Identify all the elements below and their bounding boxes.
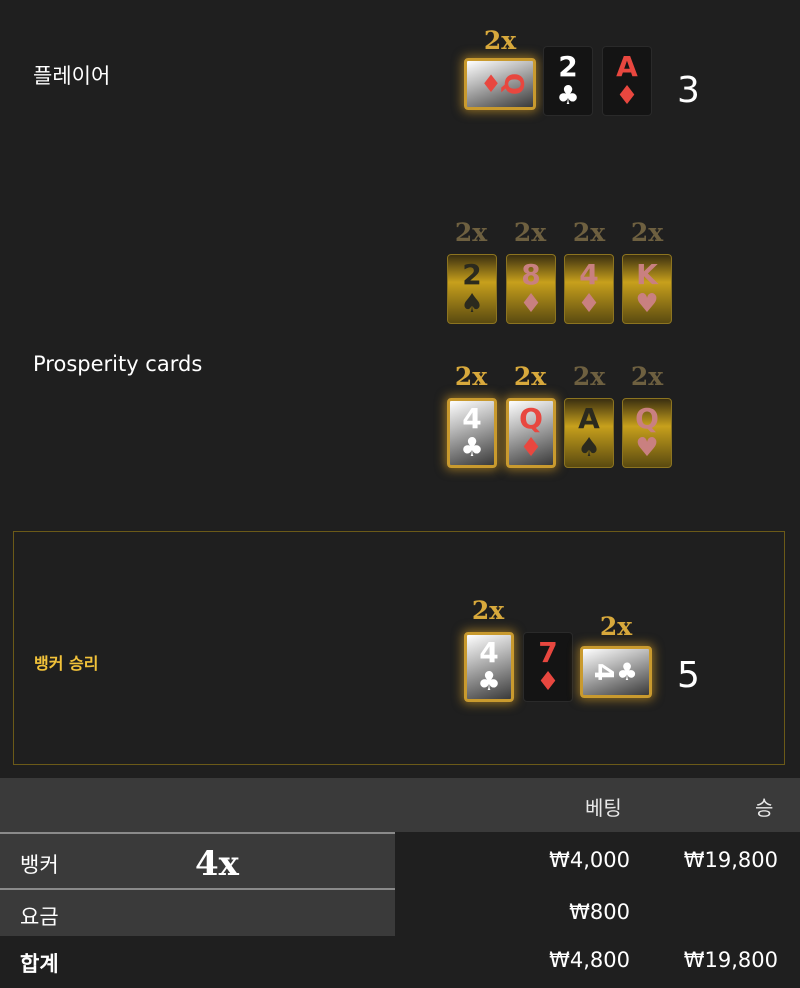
bet-amount: ₩4,000 xyxy=(549,848,630,872)
prosperity-multiplier: 2x xyxy=(572,362,606,391)
card-rank: 8 xyxy=(521,258,541,291)
card-rank: K xyxy=(636,258,658,291)
table-row-total: 합계 ₩4,800 ₩19,800 xyxy=(0,936,800,988)
banker-win-label: 뱅커 승리 xyxy=(34,654,99,673)
card-rank: Q xyxy=(635,402,659,435)
row-label-cell: 뱅커 4x xyxy=(0,832,395,888)
prosperity-card: Q ♥ xyxy=(622,398,672,468)
row-label: 합계 xyxy=(20,952,59,976)
prosperity-multiplier: 2x xyxy=(630,362,664,391)
prosperity-label: Prosperity cards xyxy=(33,352,203,376)
card-rank: 4 xyxy=(479,636,499,669)
diamond-icon: ♦ xyxy=(615,81,639,111)
card-rank: A xyxy=(578,402,600,435)
spade-icon: ♠ xyxy=(460,289,484,319)
prosperity-multiplier: 2x xyxy=(454,218,488,247)
card-rank: 4 xyxy=(462,402,482,435)
table-row: 뱅커 4x ₩4,000 ₩19,800 xyxy=(0,832,800,888)
banker-payout-badge: 4x xyxy=(195,844,239,884)
table-row: 요금 ₩800 xyxy=(0,888,800,936)
card-rank: Q xyxy=(519,402,543,435)
card-rank: 2 xyxy=(558,50,578,83)
prosperity-multiplier: 2x xyxy=(572,218,606,247)
diamond-icon: ♦ xyxy=(536,667,560,697)
spade-icon: ♠ xyxy=(577,433,601,463)
banker-card-3: 4 ♣ xyxy=(580,646,652,698)
club-icon: ♣ xyxy=(616,658,638,686)
prosperity-multiplier: 2x xyxy=(513,362,547,391)
prosperity-card: K ♥ xyxy=(622,254,672,324)
card-rank: Q xyxy=(497,72,528,96)
bet-table-header: 베팅 승 xyxy=(0,778,800,832)
prosperity-card-active: 4 ♣ xyxy=(447,398,497,468)
prosperity-multiplier: 2x xyxy=(513,218,547,247)
row-label-cell: 요금 xyxy=(0,888,395,936)
diamond-icon: ♦ xyxy=(577,289,601,319)
prosperity-card: 4 ♦ xyxy=(564,254,614,324)
row-label: 요금 xyxy=(20,905,59,929)
banker-multiplier: 2x xyxy=(471,596,505,625)
prosperity-card-active: Q ♦ xyxy=(506,398,556,468)
player-score: 3 xyxy=(677,70,700,111)
club-icon: ♣ xyxy=(477,667,501,697)
prosperity-card: A ♠ xyxy=(564,398,614,468)
heart-icon: ♥ xyxy=(635,289,659,319)
card-rank: 4 xyxy=(579,258,599,291)
banker-card-1: 4 ♣ xyxy=(464,632,514,702)
player-card-2: 2 ♣ xyxy=(543,46,593,116)
player-card-3: A ♦ xyxy=(602,46,652,116)
prosperity-card: 8 ♦ xyxy=(506,254,556,324)
banker-card-2: 7 ♦ xyxy=(523,632,573,702)
card-rank: 4 xyxy=(588,662,619,682)
prosperity-multiplier: 2x xyxy=(630,218,664,247)
banker-multiplier: 2x xyxy=(599,612,633,641)
row-label: 뱅커 xyxy=(20,853,59,877)
card-rank: 7 xyxy=(538,636,558,669)
prosperity-card: 2 ♠ xyxy=(447,254,497,324)
banker-win-box xyxy=(13,531,785,765)
club-icon: ♣ xyxy=(556,81,580,111)
player-multiplier: 2x xyxy=(483,26,517,55)
heart-icon: ♥ xyxy=(635,433,659,463)
diamond-icon: ♦ xyxy=(519,433,543,463)
col-bet-header: 베팅 xyxy=(585,796,622,820)
bet-amount: ₩800 xyxy=(569,900,630,924)
card-rank: A xyxy=(616,50,638,83)
banker-score: 5 xyxy=(677,655,700,696)
bet-total: ₩4,800 xyxy=(549,948,630,972)
col-win-header: 승 xyxy=(755,796,774,820)
prosperity-multiplier: 2x xyxy=(454,362,488,391)
diamond-icon: ♦ xyxy=(519,289,543,319)
player-card-1: ♦ Q xyxy=(464,58,536,110)
card-rank: 2 xyxy=(462,258,482,291)
win-amount: ₩19,800 xyxy=(683,848,778,872)
club-icon: ♣ xyxy=(460,433,484,463)
win-total: ₩19,800 xyxy=(683,948,778,972)
player-label: 플레이어 xyxy=(33,64,111,88)
